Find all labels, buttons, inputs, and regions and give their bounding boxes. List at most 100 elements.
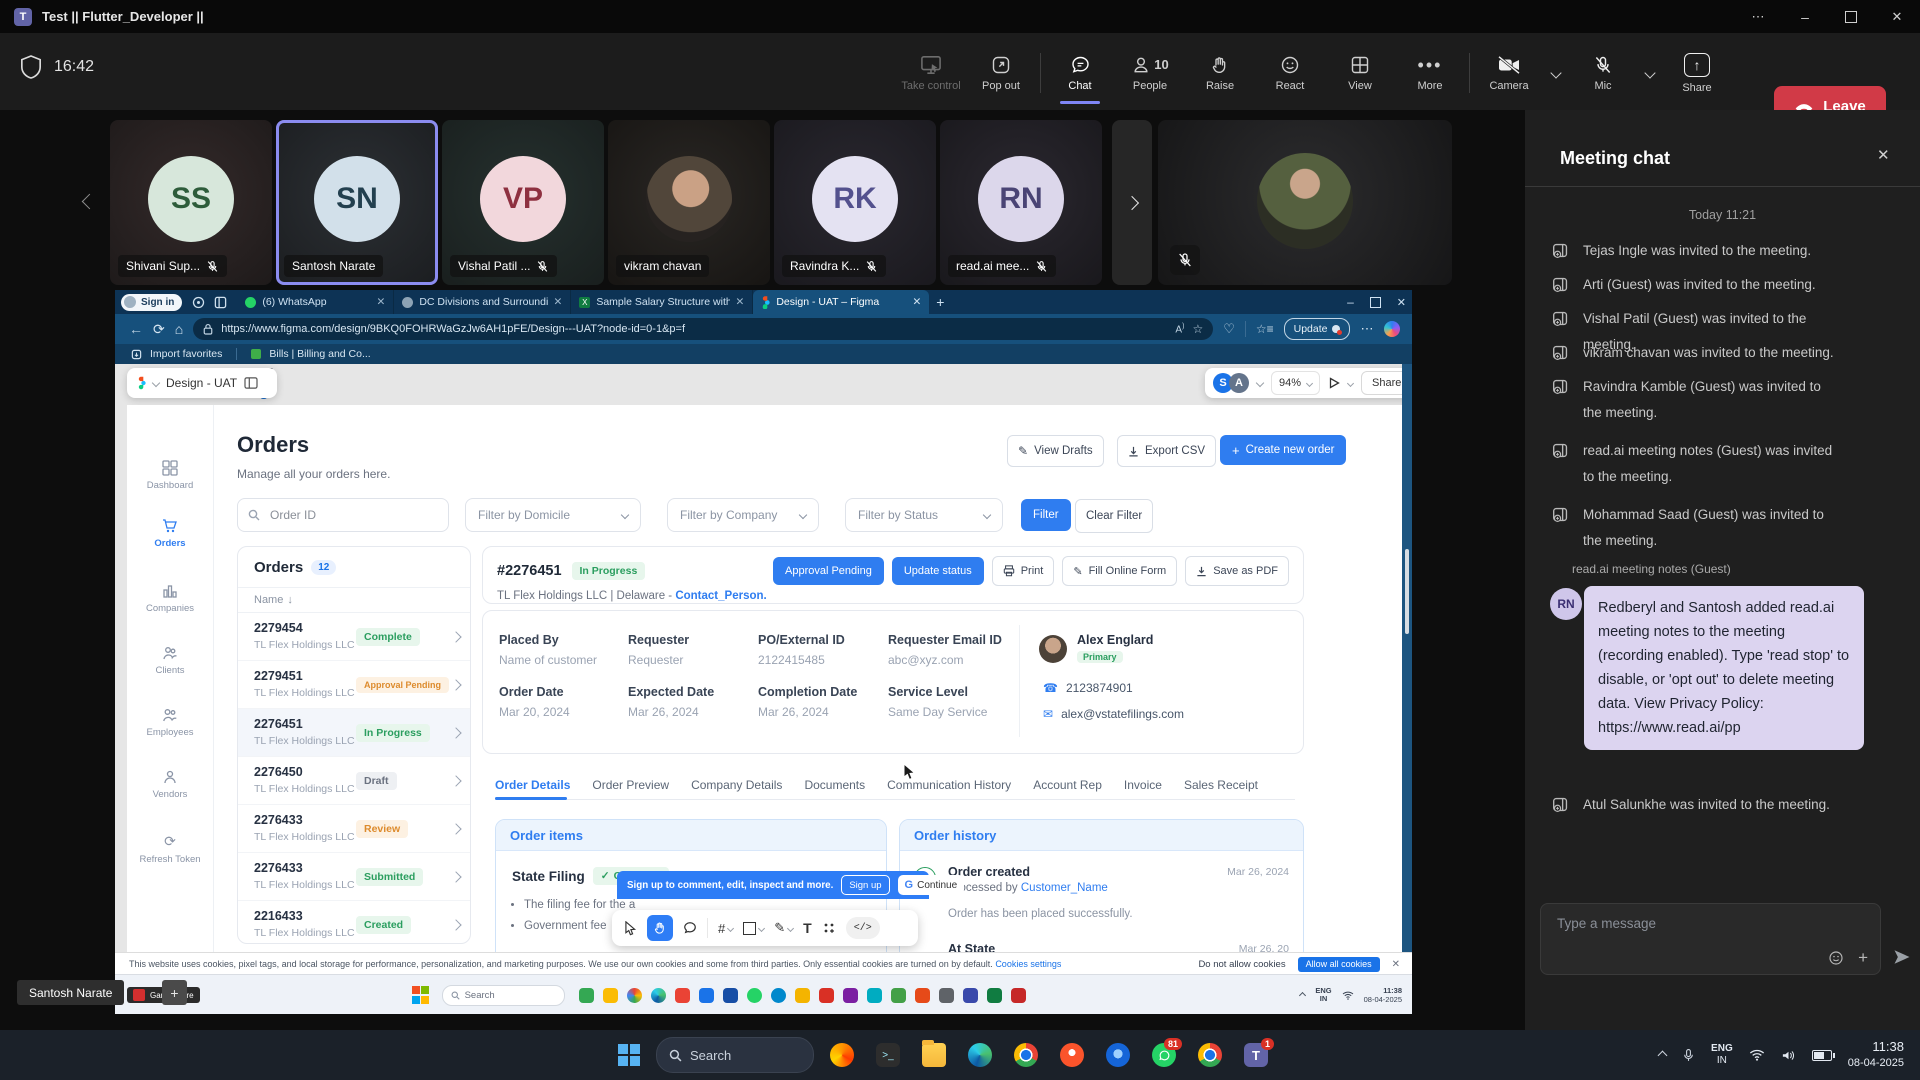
tab-close-icon[interactable]: ✕ <box>736 296 745 308</box>
order-row[interactable]: 2279451TL Flex Holdings LLC Approval Pen… <box>238 661 470 709</box>
order-row[interactable]: 2276450TL Flex Holdings LLC Draft <box>238 757 470 805</box>
refresh-icon[interactable]: ⟳ <box>153 321 165 338</box>
present-chevron-icon[interactable] <box>1347 379 1354 386</box>
scrollbar-thumb[interactable] <box>1405 549 1409 634</box>
bookmark-import-favorites[interactable]: Import favorites <box>150 348 222 360</box>
pen-tool[interactable]: ✎ <box>774 920 793 936</box>
filter-button[interactable]: Filter <box>1021 499 1071 531</box>
comment-tool-icon[interactable] <box>683 921 697 935</box>
browser-close-icon[interactable]: ✕ <box>1397 296 1406 309</box>
spotlight-tile[interactable] <box>1158 120 1452 285</box>
start-button[interactable] <box>612 1038 646 1072</box>
favorite-star-icon[interactable]: ☆ <box>1192 322 1203 336</box>
allow-cookies-button[interactable]: Allow all cookies <box>1298 957 1380 972</box>
shape-tool[interactable] <box>743 922 764 935</box>
presenter-search[interactable]: Search <box>442 985 565 1006</box>
tray-battery-icon[interactable] <box>1812 1050 1832 1061</box>
frame-tool[interactable]: # <box>718 921 733 936</box>
order-id-input[interactable] <box>268 507 422 523</box>
contact-email[interactable]: alex@vstatefilings.com <box>1061 707 1184 721</box>
bookmark-bills[interactable]: Bills | Billing and Co... <box>269 348 370 360</box>
customer-name-link[interactable]: Customer_Name <box>1021 882 1108 894</box>
browser-signin-button[interactable]: Sign in <box>121 294 182 311</box>
mic-button[interactable]: Mic <box>1572 41 1634 105</box>
sidebar-item-orders[interactable]: Orders <box>127 518 213 549</box>
present-play-icon[interactable] <box>1328 377 1340 389</box>
layout-panel-icon[interactable] <box>244 377 258 389</box>
browser-maximize-icon[interactable] <box>1370 297 1381 308</box>
sort-desc-icon[interactable]: ↓ <box>287 594 293 606</box>
sidebar-item-clients[interactable]: Clients <box>127 645 213 676</box>
contact-person-link[interactable]: Contact_Person. <box>675 590 766 602</box>
participant-tile[interactable]: vikram chavan <box>608 120 770 285</box>
camera-button[interactable]: Camera <box>1478 41 1540 105</box>
people-button[interactable]: 10 People <box>1119 41 1181 105</box>
participant-tile[interactable]: VP Vishal Patil ... <box>442 120 604 285</box>
brave-icon[interactable] <box>1060 1043 1084 1067</box>
browser-settings-icon[interactable]: ⋯ <box>1360 321 1374 337</box>
browser-essentials-icon[interactable]: ♡ <box>1223 321 1235 337</box>
emoji-icon[interactable] <box>1828 950 1844 966</box>
sidebar-item-companies[interactable]: Companies <box>127 583 213 614</box>
tray-expand-icon[interactable] <box>1658 1050 1668 1060</box>
view-drafts-button[interactable]: ✎ View Drafts <box>1007 435 1104 467</box>
raise-hand-button[interactable]: Raise <box>1189 41 1251 105</box>
tray-volume-icon[interactable] <box>1781 1049 1796 1062</box>
tray-wifi-icon[interactable] <box>1749 1049 1765 1061</box>
presenter-app-icons[interactable] <box>579 988 1026 1003</box>
tab-documents[interactable]: Documents <box>804 778 865 792</box>
save-as-pdf-button[interactable]: Save as PDF <box>1185 556 1289 586</box>
browser-tab-active[interactable]: Design - UAT – Figma ✕ <box>753 290 929 314</box>
file-menu-chevron-icon[interactable] <box>152 379 160 387</box>
approval-pending-button[interactable]: Approval Pending <box>773 557 884 585</box>
firefox-icon[interactable] <box>830 1043 854 1067</box>
whatsapp-icon[interactable]: 81 <box>1152 1043 1176 1067</box>
react-button[interactable]: React <box>1259 41 1321 105</box>
browser-tab[interactable]: DC Divisions and Surroundings ✕ <box>394 290 571 314</box>
filter-domicile-select[interactable]: Filter by Domicile <box>465 498 641 532</box>
chat-input-box[interactable]: + <box>1540 903 1881 975</box>
create-new-order-button[interactable]: + Create new order <box>1220 435 1346 465</box>
print-button[interactable]: Print <box>992 556 1055 586</box>
url-field[interactable]: https://www.figma.com/design/9BKQ0FOHRWa… <box>193 318 1213 340</box>
order-row[interactable]: 2216433TL Flex Holdings LLC Created <box>238 901 470 948</box>
tab-order-preview[interactable]: Order Preview <box>592 778 669 792</box>
view-button[interactable]: View <box>1329 41 1391 105</box>
tab-close-icon[interactable]: ✕ <box>554 296 563 308</box>
tray-wifi-icon[interactable] <box>1342 991 1354 1000</box>
vertical-tabs-icon[interactable] <box>214 296 227 309</box>
sidebar-item-vendors[interactable]: Vendors <box>127 769 213 800</box>
update-status-button[interactable]: Update status <box>892 557 984 585</box>
window-minimize-icon[interactable]: – <box>1782 0 1828 33</box>
window-more-icon[interactable]: ⋯ <box>1736 0 1782 33</box>
tray-mic-icon[interactable] <box>1682 1048 1695 1063</box>
send-message-icon[interactable] <box>1893 948 1911 966</box>
hand-tool-active[interactable] <box>647 915 673 941</box>
order-id-search[interactable] <box>237 498 449 532</box>
collaborators-chevron-icon[interactable] <box>1256 379 1264 387</box>
pop-out-button[interactable]: Pop out <box>970 41 1032 105</box>
tab-invoice[interactable]: Invoice <box>1124 778 1162 792</box>
terminal-icon[interactable]: >_ <box>876 1043 900 1067</box>
chat-close-icon[interactable]: ✕ <box>1877 146 1890 164</box>
figma-logo-icon[interactable] <box>137 376 146 390</box>
order-row[interactable]: 2279454TL Flex Holdings LLC Complete <box>238 613 470 661</box>
filter-company-select[interactable]: Filter by Company <box>667 498 819 532</box>
browser-update-button[interactable]: Update <box>1284 318 1351 340</box>
participant-tile[interactable]: RK Ravindra K... <box>774 120 936 285</box>
home-icon[interactable]: ⌂ <box>175 321 183 337</box>
favorites-list-icon[interactable]: ☆≡ <box>1256 322 1274 336</box>
tray-expand-icon[interactable] <box>1299 991 1306 998</box>
figma-file-name[interactable]: Design - UAT <box>166 376 237 390</box>
sidebar-item-dashboard[interactable]: Dashboard <box>127 460 213 491</box>
clear-filter-button[interactable]: Clear Filter <box>1075 499 1153 533</box>
start-button[interactable] <box>410 984 432 1006</box>
collaborator-avatar[interactable]: A <box>1229 373 1249 393</box>
chat-input[interactable] <box>1555 914 1859 954</box>
back-icon[interactable]: ← <box>129 321 143 337</box>
zoom-control[interactable]: 94% <box>1271 371 1320 395</box>
browser-tab[interactable]: (6) WhatsApp ✕ <box>237 290 394 314</box>
language-indicator[interactable]: ENGIN <box>1711 1043 1733 1067</box>
chrome-profile-icon[interactable] <box>1198 1043 1222 1067</box>
banner-google-continue-button[interactable]: G Continue <box>898 875 965 895</box>
